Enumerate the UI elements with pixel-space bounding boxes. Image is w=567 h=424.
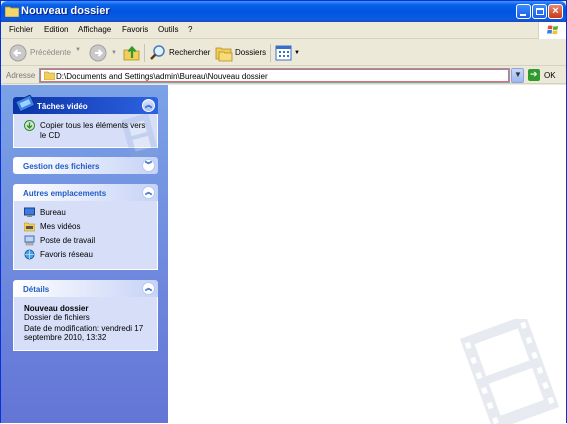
place-label: Poste de travail (40, 236, 96, 245)
my-computer-icon (24, 235, 35, 246)
go-label[interactable]: OK (544, 71, 556, 80)
folder-icon (44, 71, 55, 80)
address-dropdown-button[interactable]: ▼ (511, 68, 524, 83)
maximize-button[interactable] (532, 4, 547, 19)
expand-button[interactable]: ︾ (142, 159, 155, 172)
collapse-button[interactable]: ︽ (142, 99, 155, 112)
toolbar-separator (144, 44, 145, 62)
panel-header-other-places[interactable]: Autres emplacements ︽ (13, 184, 158, 201)
views-button[interactable]: ▼ (275, 44, 300, 62)
menu-affichage[interactable]: Affichage (78, 25, 111, 34)
back-arrow-icon (9, 44, 27, 62)
panel-file-tasks: Gestion des fichiers ︾ (13, 157, 158, 174)
task-label: Copier tous les éléments vers (40, 121, 146, 130)
search-icon (150, 45, 165, 60)
desktop-icon (24, 207, 35, 217)
detail-name: Nouveau dossier (24, 304, 89, 313)
place-label: Bureau (40, 208, 66, 217)
minimize-icon (520, 14, 526, 16)
menu-edition[interactable]: Edition (44, 25, 68, 34)
back-label: Précédente (30, 48, 71, 57)
go-button[interactable]: ➔ (528, 69, 540, 81)
folders-icon (215, 47, 233, 62)
panel-body-video-tasks: Copier tous les éléments vers le CD (13, 114, 158, 160)
window-title: Nouveau dossier (21, 5, 110, 17)
toolbar-separator (270, 44, 271, 62)
folders-label: Dossiers (235, 48, 267, 57)
menu-outils[interactable]: Outils (158, 25, 178, 34)
panel-header-video-tasks[interactable]: Tâches vidéo ︽ (13, 94, 158, 114)
detail-modified: Date de modification: vendredi 17 (24, 324, 144, 333)
menu-fichier[interactable]: Fichier (9, 25, 33, 34)
address-label: Adresse (6, 71, 36, 80)
search-label: Rechercher (169, 48, 211, 57)
panel-body-other-places: Bureau Mes vidéos Poste de travail Favor… (13, 201, 158, 270)
video-tasks-icon (15, 94, 35, 112)
panel-title-details: Détails (23, 285, 50, 294)
close-button[interactable]: × (548, 4, 563, 19)
windows-flag-icon (547, 25, 558, 35)
collapse-button[interactable]: ︽ (142, 186, 155, 199)
collapse-button[interactable]: ︽ (142, 282, 155, 295)
chevron-up-icon: ︽ (145, 102, 152, 109)
search-button[interactable]: Rechercher (149, 44, 211, 62)
panel-header-file-tasks[interactable]: Gestion des fichiers ︾ (13, 157, 158, 174)
explorer-window: Nouveau dossier × Fichier Edition Affich… (0, 0, 567, 424)
panel-video-tasks: Tâches vidéo ︽ Copier tous les éléments … (13, 94, 158, 160)
menu-bar: Fichier Edition Affichage Favoris Outils… (1, 22, 566, 39)
back-button[interactable]: Précédente (9, 44, 83, 62)
panel-title-other-places: Autres emplacements (23, 189, 107, 198)
address-bar: Adresse D:\Documents and Settings\admin\… (1, 67, 566, 84)
panel-header-details[interactable]: Détails ︽ (13, 280, 158, 297)
my-videos-icon (24, 222, 35, 232)
up-folder-button[interactable] (123, 44, 141, 62)
copy-to-cd-icon (24, 120, 35, 131)
place-label: Mes vidéos (40, 222, 81, 231)
task-label-continued: le CD (40, 131, 61, 140)
chevron-down-icon: ▼ (514, 70, 522, 79)
toolbar: Précédente ▼ ▼ Rechercher Dossiers ▼ (1, 40, 566, 66)
menu-help[interactable]: ? (188, 25, 192, 34)
panel-details: Détails ︽ Nouveau dossier Dossier de fic… (13, 280, 158, 351)
folder-icon (5, 6, 19, 17)
detail-modified-continued: septembre 2010, 13:32 (24, 333, 107, 342)
forward-button[interactable]: ▼ (89, 44, 119, 62)
close-icon: × (552, 5, 559, 17)
views-chevron-icon: ▼ (294, 50, 300, 56)
forward-arrow-icon (89, 44, 107, 62)
menu-favoris[interactable]: Favoris (122, 25, 148, 34)
title-bar[interactable]: Nouveau dossier × (1, 1, 566, 22)
chevron-up-icon: ︽ (145, 189, 152, 196)
panel-other-places: Autres emplacements ︽ Bureau Mes vidéos … (13, 184, 158, 270)
windows-logo (538, 22, 566, 39)
place-label: Favoris réseau (40, 250, 93, 259)
task-pane: Tâches vidéo ︽ Copier tous les éléments … (1, 85, 168, 423)
folders-button[interactable]: Dossiers (215, 44, 267, 62)
detail-type: Dossier de fichiers (24, 313, 90, 322)
up-folder-icon (123, 45, 140, 61)
chevron-down-icon: ︾ (145, 162, 152, 169)
panel-title-file-tasks: Gestion des fichiers (23, 162, 100, 171)
network-places-icon (24, 249, 35, 260)
panel-title-video-tasks: Tâches vidéo (37, 102, 88, 111)
address-path: D:\Documents and Settings\admin\Bureau\N… (56, 72, 268, 81)
film-strip-watermark-icon (459, 319, 560, 424)
views-icon (275, 45, 292, 61)
go-arrow-icon: ➔ (530, 69, 538, 79)
address-input[interactable]: D:\Documents and Settings\admin\Bureau\N… (39, 68, 510, 83)
panel-body-details: Nouveau dossier Dossier de fichiers Date… (13, 297, 158, 351)
back-history-chevron-icon[interactable]: ▼ (75, 47, 81, 65)
forward-history-chevron-icon[interactable]: ▼ (111, 50, 117, 56)
maximize-icon (536, 8, 544, 15)
minimize-button[interactable] (516, 4, 531, 19)
chevron-up-icon: ︽ (145, 285, 152, 292)
